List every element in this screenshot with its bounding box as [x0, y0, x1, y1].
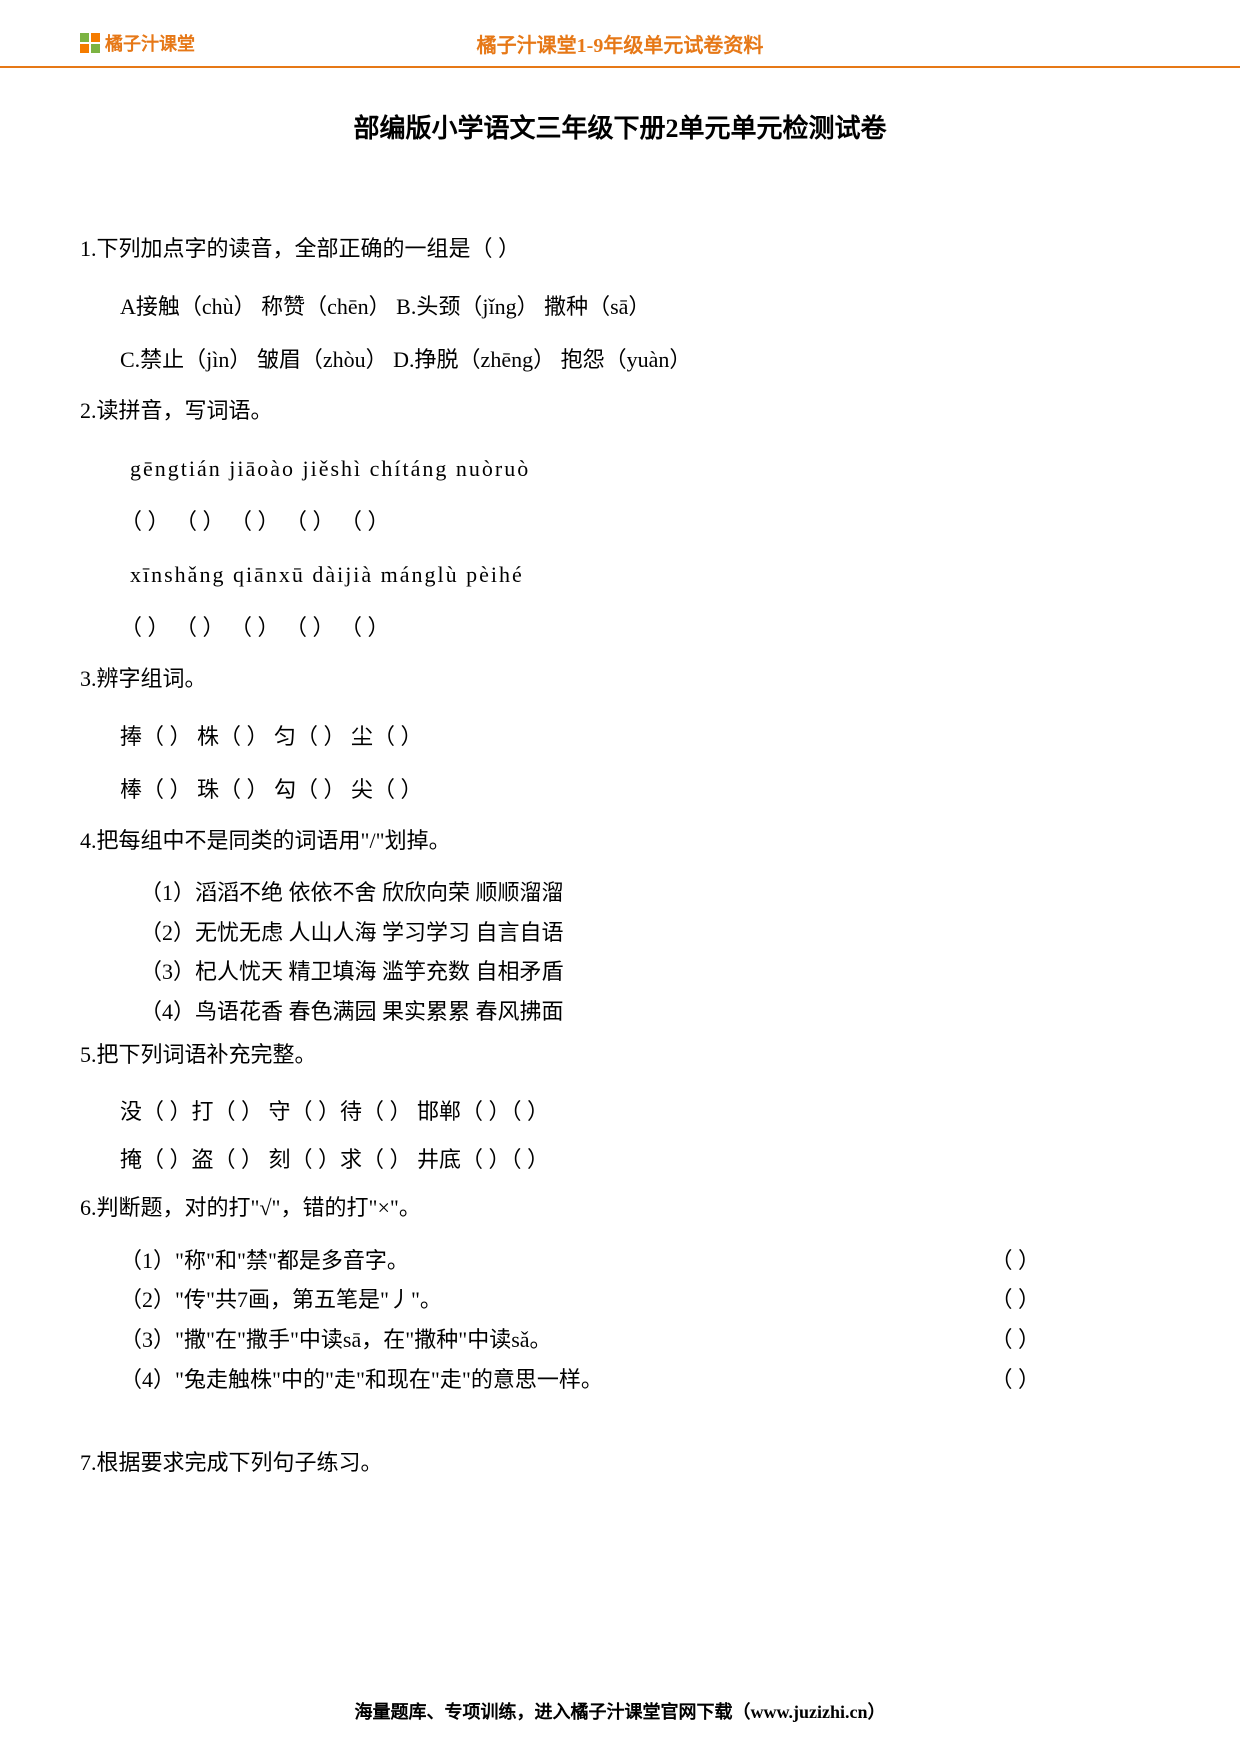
page-footer: 海量题库、专项训练，进入橘子汁课堂官网下载（www.juzizhi.cn）: [0, 1698, 1240, 1724]
logo-icon: [80, 33, 100, 53]
page-header: 橘子汁课堂 橘子汁课堂1-9年级单元试卷资料: [0, 0, 1240, 68]
q5-line1: 没（ ）打（ ） 守（ ）待（ ） 邯郸（ ）（ ）: [80, 1088, 1160, 1136]
q6-item2: （2）"传"共7画，第五笔是"丿"。 （ ）: [80, 1280, 1160, 1320]
q6-item4-text: （4）"兔走触株"中的"走"和现在"走"的意思一样。: [120, 1360, 603, 1400]
q3-stem: 3.辨字组词。: [80, 655, 1160, 703]
q2-blank-row2: （ ） （ ） （ ） （ ） （ ）: [80, 602, 1160, 655]
q6-item1-text: （1）"称"和"禁"都是多音字。: [120, 1241, 409, 1281]
q3-line2: 棒（ ） 珠（ ） 勾（ ） 尖（ ）: [80, 764, 1160, 817]
q1-option-a-b: A接触（chù） 称赞（chēn） B.头颈（jǐng） 撒种（sā）: [80, 281, 1160, 334]
q4-group3: （3）杞人忧天 精卫填海 滥竽充数 自相矛盾: [80, 952, 1160, 992]
logo-text: 橘子汁课堂: [105, 30, 195, 56]
logo: 橘子汁课堂: [80, 30, 195, 56]
document-title: 部编版小学语文三年级下册2单元单元检测试卷: [80, 108, 1160, 145]
q2-pinyin-row1: gēngtián jiāoào jiěshì chítáng nuòruò: [80, 443, 1160, 496]
q2-blank-row1: （ ） （ ） （ ） （ ） （ ）: [80, 496, 1160, 549]
q7-stem: 7.根据要求完成下列句子练习。: [80, 1439, 1160, 1487]
q6-item1-blank: （ ）: [990, 1241, 1040, 1281]
q1-option-c-d: C.禁止（jìn） 皱眉（zhòu） D.挣脱（zhēng） 抱怨（yuàn）: [80, 334, 1160, 387]
q3-line1: 捧（ ） 株（ ） 匀（ ） 尘（ ）: [80, 711, 1160, 764]
q4-group4: （4）鸟语花香 春色满园 果实累累 春风拂面: [80, 992, 1160, 1032]
q4-group1: （1）滔滔不绝 依依不舍 欣欣向荣 顺顺溜溜: [80, 873, 1160, 913]
q1-stem: 1.下列加点字的读音，全部正确的一组是（ ）: [80, 225, 1160, 273]
q2-stem: 2.读拼音，写词语。: [80, 387, 1160, 435]
header-title: 橘子汁课堂1-9年级单元试卷资料: [477, 29, 764, 58]
q4-stem: 4.把每组中不是同类的词语用"/"划掉。: [80, 817, 1160, 865]
q6-item3-blank: （ ）: [990, 1320, 1040, 1360]
q2-pinyin-row2: xīnshǎng qiānxū dàijià mánglù pèihé: [80, 549, 1160, 602]
q5-line2: 掩（ ）盗（ ） 刻（ ）求（ ） 井底（ ）（ ）: [80, 1136, 1160, 1184]
q5-stem: 5.把下列词语补充完整。: [80, 1031, 1160, 1079]
q6-item2-text: （2）"传"共7画，第五笔是"丿"。: [120, 1280, 442, 1320]
q6-item3: （3）"撒"在"撒手"中读sā，在"撒种"中读sǎ。 （ ）: [80, 1320, 1160, 1360]
q6-item3-text: （3）"撒"在"撒手"中读sā，在"撒种"中读sǎ。: [120, 1320, 552, 1360]
q6-item4: （4）"兔走触株"中的"走"和现在"走"的意思一样。 （ ）: [80, 1360, 1160, 1400]
q4-group2: （2）无忧无虑 人山人海 学习学习 自言自语: [80, 913, 1160, 953]
q6-item4-blank: （ ）: [990, 1360, 1040, 1400]
q6-stem: 6.判断题，对的打"√"，错的打"×"。: [80, 1184, 1160, 1232]
q6-item1: （1）"称"和"禁"都是多音字。 （ ）: [80, 1241, 1160, 1281]
q6-item2-blank: （ ）: [990, 1280, 1040, 1320]
content: 部编版小学语文三年级下册2单元单元检测试卷 1.下列加点字的读音，全部正确的一组…: [0, 68, 1240, 1516]
